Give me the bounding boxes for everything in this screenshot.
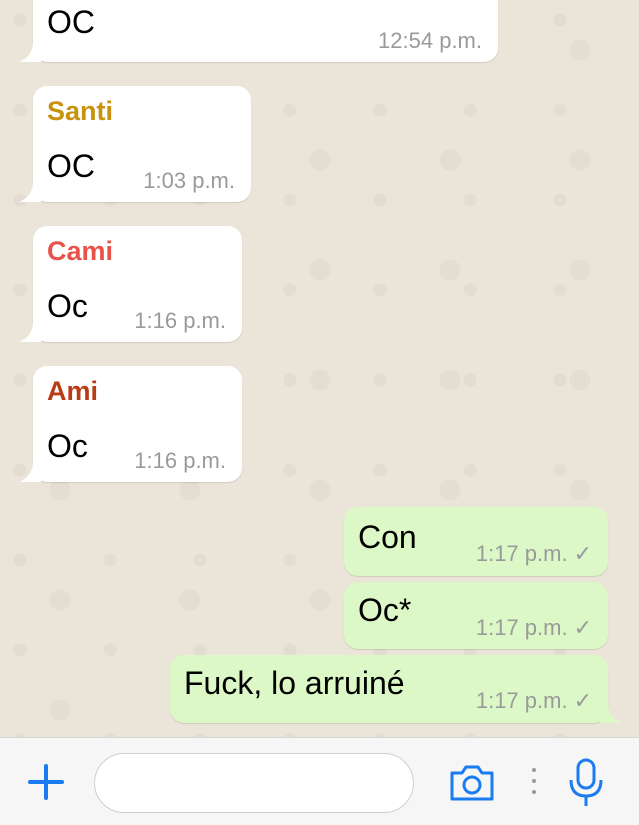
message-time: 1:17 p.m. [475, 615, 568, 640]
sent-check-icon: ✓ [573, 615, 592, 640]
bubble-tail [19, 462, 41, 482]
message-text: OC [47, 148, 95, 184]
plus-icon[interactable] [26, 762, 66, 802]
message-bubble-outgoing[interactable]: Con 1:17 p.m. ✓ [344, 507, 608, 576]
camera-icon[interactable] [448, 763, 496, 803]
message-text: Fuck, lo arruiné [184, 665, 405, 701]
message-time-wrap: 1:17 p.m. ✓ [476, 541, 592, 567]
more-dots-icon[interactable] [530, 768, 538, 798]
message-time: 1:17 p.m. [475, 541, 568, 566]
chat-area: OC 12:54 p.m. Santi OC 1:03 p.m. Cami Oc… [0, 0, 639, 737]
message-text: Con [358, 519, 417, 555]
message-bubble-incoming[interactable]: OC 12:54 p.m. [33, 0, 498, 62]
message-bubble-incoming[interactable]: Ami Oc 1:16 p.m. [33, 366, 242, 482]
microphone-icon[interactable] [566, 756, 606, 810]
message-input-bar [0, 737, 639, 825]
message-time: 1:16 p.m. [134, 448, 226, 473]
message-text: Oc [47, 428, 88, 464]
message-time: 1:17 p.m. [475, 688, 568, 713]
bubble-tail [19, 182, 41, 202]
message-input[interactable] [94, 753, 414, 813]
bubble-tail [19, 42, 41, 62]
message-time-wrap: 1:17 p.m. ✓ [476, 615, 592, 641]
message-bubble-incoming[interactable]: Santi OC 1:03 p.m. [33, 86, 251, 202]
message-time-wrap: 1:17 p.m. ✓ [476, 688, 592, 714]
message-text: OC [47, 4, 95, 40]
message-text: Oc [47, 288, 88, 324]
sent-check-icon: ✓ [573, 541, 592, 566]
message-time: 1:16 p.m. [134, 308, 226, 333]
message-text: Oc* [358, 592, 412, 628]
sender-name: Ami [47, 376, 99, 406]
bubble-tail [19, 322, 41, 342]
sender-name: Santi [47, 96, 114, 126]
message-bubble-incoming[interactable]: Cami Oc 1:16 p.m. [33, 226, 242, 342]
sent-check-icon: ✓ [573, 688, 592, 713]
message-bubble-outgoing[interactable]: Oc* 1:17 p.m. ✓ [344, 582, 608, 649]
bubble-tail [600, 703, 622, 723]
message-time: 1:03 p.m. [143, 168, 235, 193]
sender-name: Cami [47, 236, 114, 266]
message-bubble-outgoing[interactable]: Fuck, lo arruiné 1:17 p.m. ✓ [170, 655, 608, 723]
message-time: 12:54 p.m. [378, 28, 482, 53]
